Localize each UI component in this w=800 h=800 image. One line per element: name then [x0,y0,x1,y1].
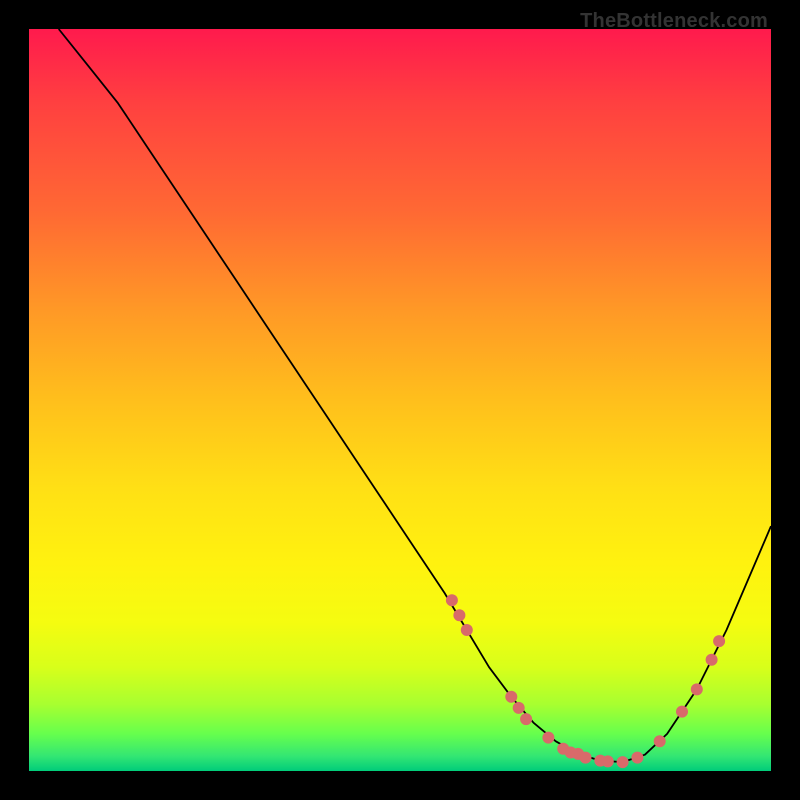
data-point [676,706,688,718]
data-point [542,732,554,744]
data-point [713,635,725,647]
watermark-text: TheBottleneck.com [580,10,768,33]
data-point [513,702,525,714]
data-point [617,756,629,768]
bottleneck-chart [29,29,771,771]
curve-line [59,29,771,762]
data-point [446,594,458,606]
data-point [505,691,517,703]
curve-markers [446,594,725,768]
data-point [654,735,666,747]
plot-area [29,29,771,771]
data-point [461,624,473,636]
data-point [691,683,703,695]
data-point [631,752,643,764]
data-point [453,609,465,621]
data-point [602,755,614,767]
data-point [580,752,592,764]
data-point [520,713,532,725]
data-point [706,654,718,666]
